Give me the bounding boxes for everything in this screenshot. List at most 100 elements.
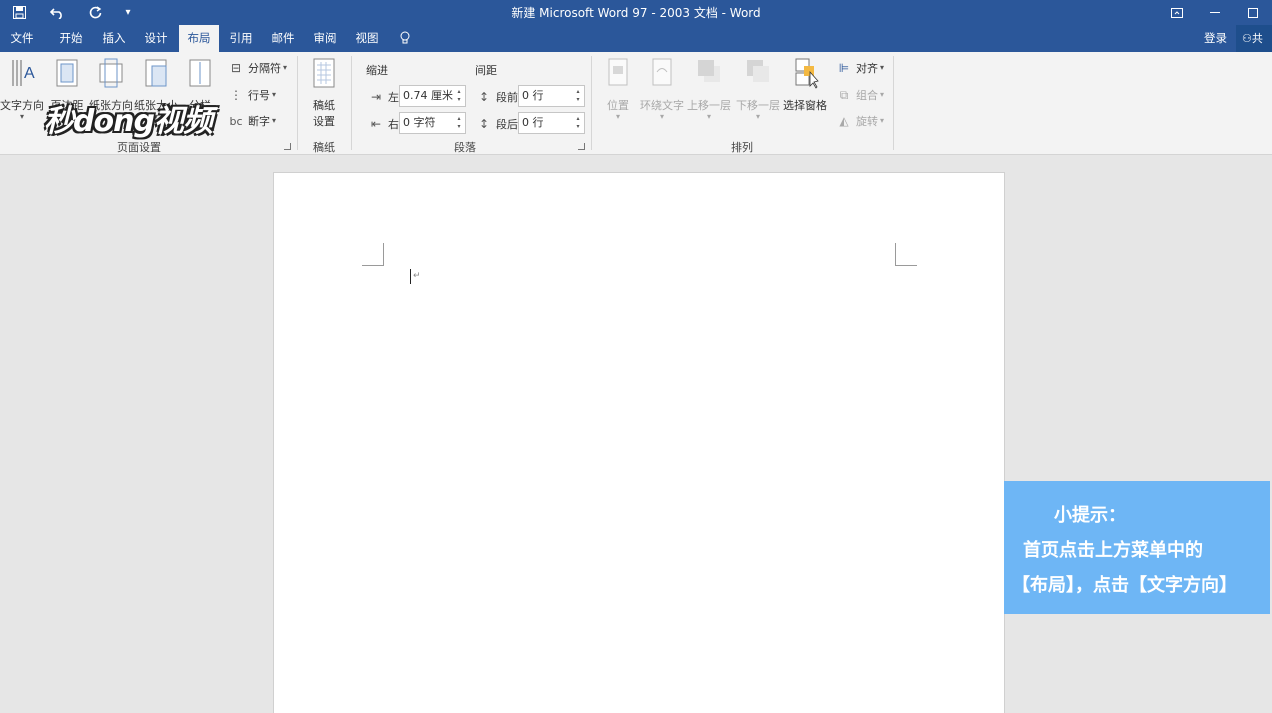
tab-view[interactable]: 视图: [348, 25, 386, 52]
indent-right-label-group: ⇤ 右:: [368, 116, 403, 132]
indent-left-label-group: ⇥ 左:: [368, 89, 403, 105]
draft-paper-icon: [313, 58, 335, 88]
lightbulb-icon[interactable]: [396, 25, 414, 52]
draft-label-line1: 稿纸: [313, 99, 335, 112]
tab-layout[interactable]: 布局: [179, 25, 219, 52]
group-separator: [591, 56, 592, 150]
spacing-after-icon: ↕: [478, 117, 490, 131]
share-button[interactable]: ⚇共: [1236, 25, 1272, 52]
spinner-icon[interactable]: ▴ ▾: [574, 115, 582, 131]
line-numbers-icon: ⋮: [230, 88, 242, 102]
line-numbers-label: 行号: [248, 89, 270, 102]
watermark-logo: 秒dong视频: [44, 104, 213, 139]
minimize-icon[interactable]: [1196, 0, 1234, 25]
dropdown-caret-icon: ▾: [272, 90, 277, 99]
position-label: 位置: [607, 99, 629, 112]
breaks-button[interactable]: ⊟ 分隔符 ▾: [228, 58, 287, 78]
page-setup-launcher-icon[interactable]: [284, 143, 291, 150]
login-link[interactable]: 登录: [1204, 25, 1227, 52]
maximize-icon[interactable]: [1234, 0, 1272, 25]
align-icon: ⊫: [838, 61, 850, 75]
spinner-icon[interactable]: ▴ ▾: [455, 115, 463, 131]
selection-pane-button[interactable]: 选择窗格: [782, 56, 828, 113]
bring-forward-icon: [698, 60, 720, 82]
hyphenation-label: 断字: [248, 115, 270, 128]
group-separator: [297, 56, 298, 150]
dropdown-caret-icon: ▾: [880, 63, 885, 72]
dropdown-caret-icon: ▾: [880, 90, 885, 99]
spacing-before-input[interactable]: 0 行 ▴ ▾: [518, 85, 585, 107]
ribbon-display-icon[interactable]: [1158, 0, 1196, 25]
tip-line-2: 【布局】，点击【文字方向】: [1012, 575, 1237, 596]
spacing-after-value: 0 行: [522, 116, 544, 129]
ribbon-tab-bar: 文件 开始 插入 设计 布局 引用 邮件 审阅 视图 登录 ⚇共: [0, 25, 1272, 52]
tab-home[interactable]: 开始: [52, 25, 90, 52]
spinner-icon[interactable]: ▴ ▾: [455, 88, 463, 104]
svg-text:A: A: [24, 65, 35, 82]
indent-right-input[interactable]: 0 字符 ▴ ▾: [399, 112, 466, 134]
wrap-text-button[interactable]: 环绕文字 ▾: [639, 56, 685, 121]
selection-pane-label: 选择窗格: [783, 99, 827, 112]
tip-title: 小提示：: [1054, 505, 1126, 526]
tip-line-1: 首页点击上方菜单中的: [1023, 540, 1203, 561]
rotate-icon: ◭: [839, 114, 849, 128]
indent-left-value: 0.74 厘米: [403, 89, 453, 102]
text-direction-icon: A: [12, 60, 35, 86]
document-page[interactable]: ↵: [273, 172, 1005, 713]
draft-label-line2: 设置: [313, 115, 335, 128]
position-icon: [608, 58, 628, 86]
dropdown-caret-icon: ▾: [615, 112, 620, 121]
line-numbers-button[interactable]: ⋮ 行号 ▾: [228, 85, 276, 105]
indent-left-input[interactable]: 0.74 厘米 ▴ ▾: [399, 85, 466, 107]
bring-forward-label: 上移一层: [687, 99, 731, 112]
tab-mailings[interactable]: 邮件: [264, 25, 302, 52]
document-canvas[interactable]: ↵: [0, 156, 1272, 713]
hyphenation-button[interactable]: bc 断字 ▾: [228, 111, 276, 131]
rotate-button[interactable]: ◭ 旋转 ▾: [836, 111, 884, 131]
bring-forward-button[interactable]: 上移一层 ▾: [686, 56, 732, 121]
group-button[interactable]: ⧉ 组合 ▾: [836, 85, 884, 105]
paragraph-group-label: 段落: [454, 141, 476, 154]
tab-file[interactable]: 文件: [4, 25, 40, 52]
indent-right-icon: ⇤: [370, 117, 382, 131]
document-title: 新建 Microsoft Word 97 - 2003 文档 - Word: [511, 6, 761, 20]
send-backward-label: 下移一层: [736, 99, 780, 112]
group-label: 组合: [856, 89, 878, 102]
spacing-before-icon: ↕: [478, 90, 490, 104]
selection-pane-icon: [795, 58, 819, 89]
paragraph-mark: ↵: [413, 271, 421, 281]
text-cursor: [410, 269, 411, 284]
rotate-label: 旋转: [856, 115, 878, 128]
dropdown-caret-icon: ▾: [659, 112, 664, 121]
person-icon: ⚇: [1242, 32, 1252, 45]
indent-heading: 缩进: [366, 64, 388, 77]
title-bar: ▾ 新建 Microsoft Word 97 - 2003 文档 - Word: [0, 0, 1272, 25]
send-backward-button[interactable]: 下移一层 ▾: [735, 56, 781, 121]
spinner-icon[interactable]: ▴ ▾: [574, 88, 582, 104]
breaks-icon: ⊟: [230, 61, 242, 75]
indent-right-value: 0 字符: [403, 116, 436, 129]
tab-references[interactable]: 引用: [222, 25, 260, 52]
text-direction-button[interactable]: A 文字方向 ▾: [0, 56, 44, 121]
group-separator: [893, 56, 894, 150]
align-label: 对齐: [856, 62, 878, 75]
hyphenation-icon: bc: [229, 114, 243, 128]
spacing-before-label-group: ↕ 段前:: [476, 89, 522, 105]
tab-design[interactable]: 设计: [137, 25, 175, 52]
orientation-icon: [99, 58, 123, 88]
dropdown-caret-icon: ▾: [880, 116, 885, 125]
draft-setup-button[interactable]: 稿纸 设置: [303, 56, 345, 129]
paper-size-icon: [145, 59, 167, 87]
tab-review[interactable]: 审阅: [306, 25, 344, 52]
dropdown-caret-icon: ▾: [19, 112, 24, 121]
breaks-label: 分隔符: [248, 62, 281, 75]
dropdown-caret-icon: ▾: [755, 112, 760, 121]
wrap-text-label: 环绕文字: [640, 99, 684, 112]
draft-group-label: 稿纸: [313, 141, 335, 154]
margin-corner-top-right: [895, 243, 917, 266]
tab-insert[interactable]: 插入: [95, 25, 133, 52]
paragraph-launcher-icon[interactable]: [578, 143, 585, 150]
align-button[interactable]: ⊫ 对齐 ▾: [836, 58, 884, 78]
spacing-after-input[interactable]: 0 行 ▴ ▾: [518, 112, 585, 134]
position-button[interactable]: 位置 ▾: [600, 56, 636, 121]
